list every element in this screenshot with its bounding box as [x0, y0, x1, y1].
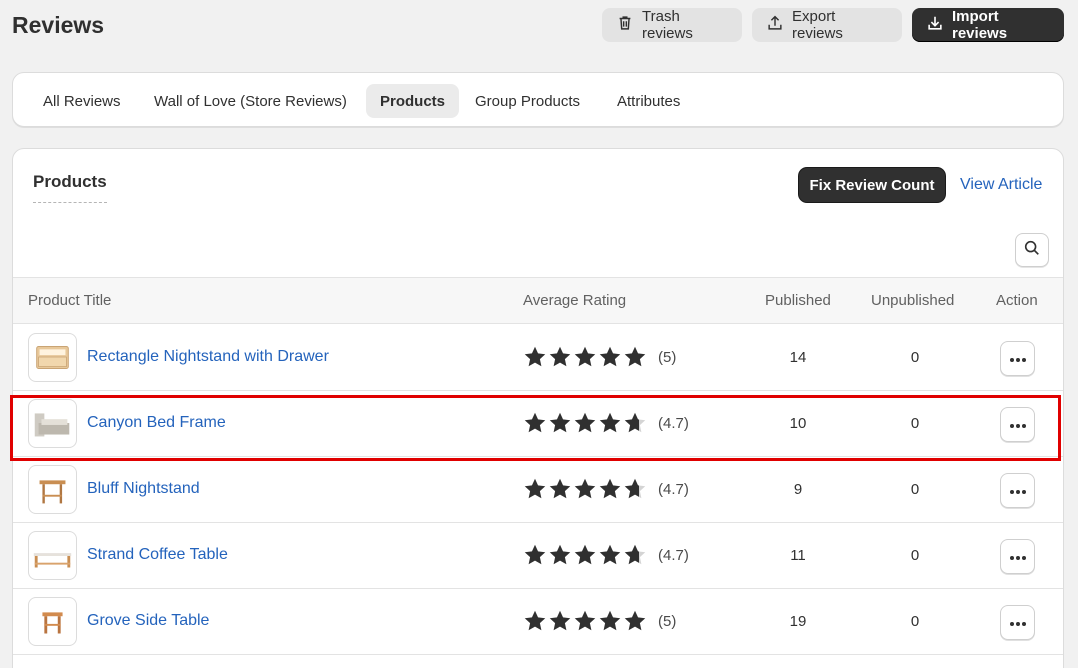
- export-reviews-button[interactable]: Export reviews: [752, 8, 902, 42]
- search-icon: [1023, 239, 1041, 262]
- tabs-card: All Reviews Wall of Love (Store Reviews)…: [12, 72, 1064, 127]
- more-horizontal-icon: [1008, 548, 1028, 566]
- row-actions-button[interactable]: [1000, 341, 1035, 376]
- table-row: Rectangle Nightstand with Drawer (5) 14 0: [13, 325, 1063, 391]
- star-icon: [598, 477, 622, 506]
- upload-icon: [766, 14, 784, 36]
- unpublished-count: 0: [910, 547, 920, 564]
- product-title-link[interactable]: Rectangle Nightstand with Drawer: [87, 348, 329, 366]
- rating-value: (4.7): [658, 547, 689, 564]
- card-title: Products: [33, 172, 107, 203]
- table-row: Canyon Bed Frame (4.7) 10 0: [13, 391, 1063, 457]
- export-reviews-label: Export reviews: [792, 8, 843, 42]
- unpublished-count: 0: [910, 415, 920, 432]
- more-horizontal-icon: [1008, 416, 1028, 434]
- star-rating: [523, 411, 647, 440]
- unpublished-count: 0: [910, 481, 920, 498]
- more-horizontal-icon: [1008, 614, 1028, 632]
- star-icon: [523, 477, 547, 506]
- unpublished-count: 0: [910, 349, 920, 366]
- table-row: Grove Side Table (5) 19 0: [13, 589, 1063, 655]
- import-reviews-label: Import reviews: [952, 8, 1008, 42]
- tab-products[interactable]: Products: [366, 84, 460, 118]
- row-actions-button[interactable]: [1000, 605, 1035, 640]
- column-header-action: Action: [996, 292, 1038, 309]
- tab-all-reviews[interactable]: All Reviews: [29, 84, 135, 118]
- tab-attributes[interactable]: Attributes: [603, 84, 694, 118]
- star-icon: [573, 345, 597, 374]
- row-actions-button[interactable]: [1000, 407, 1035, 442]
- more-horizontal-icon: [1008, 350, 1028, 368]
- star-icon: [548, 411, 572, 440]
- star-icon: [598, 345, 622, 374]
- star-icon: [523, 609, 547, 638]
- published-count: 14: [789, 349, 807, 366]
- star-icon: [598, 609, 622, 638]
- product-thumbnail: [28, 531, 77, 580]
- published-count: 9: [793, 481, 803, 498]
- star-icon: [573, 477, 597, 506]
- table-header: Product Title Average Rating Published U…: [13, 277, 1063, 324]
- star-icon: [548, 345, 572, 374]
- unpublished-count: 0: [910, 613, 920, 630]
- rating-value: (4.7): [658, 415, 689, 432]
- star-icon: [623, 477, 647, 506]
- trash-icon: [616, 14, 634, 36]
- star-rating: [523, 609, 647, 638]
- star-icon: [623, 411, 647, 440]
- tab-wall-of-love[interactable]: Wall of Love (Store Reviews): [140, 84, 361, 118]
- rating-value: (5): [658, 349, 677, 366]
- product-thumbnail: [28, 399, 77, 448]
- published-count: 19: [789, 613, 807, 630]
- column-header-average-rating: Average Rating: [523, 292, 627, 309]
- star-rating: [523, 345, 647, 374]
- published-count: 10: [789, 415, 807, 432]
- product-title-link[interactable]: Strand Coffee Table: [87, 546, 228, 564]
- fix-review-count-button[interactable]: Fix Review Count: [799, 168, 945, 202]
- star-icon: [523, 345, 547, 374]
- star-icon: [548, 543, 572, 572]
- download-icon: [926, 14, 944, 36]
- star-icon: [523, 543, 547, 572]
- product-thumbnail: [28, 465, 77, 514]
- table-row: Bluff Nightstand (4.7) 9 0: [13, 457, 1063, 523]
- page-title: Reviews: [12, 12, 105, 38]
- star-icon: [548, 477, 572, 506]
- column-header-unpublished: Unpublished: [871, 292, 955, 309]
- view-article-link[interactable]: View Article: [960, 176, 1042, 194]
- product-title-link[interactable]: Grove Side Table: [87, 612, 209, 630]
- product-title-link[interactable]: Bluff Nightstand: [87, 480, 200, 498]
- star-icon: [598, 543, 622, 572]
- row-actions-button[interactable]: [1000, 539, 1035, 574]
- more-horizontal-icon: [1008, 482, 1028, 500]
- table-row: Strand Coffee Table (4.7) 11 0: [13, 523, 1063, 589]
- row-actions-button[interactable]: [1000, 473, 1035, 508]
- page-header: Reviews Trash reviews Export reviews Imp…: [0, 0, 1078, 56]
- rating-value: (4.7): [658, 481, 689, 498]
- star-icon: [623, 609, 647, 638]
- tab-group-products[interactable]: Group Products: [461, 84, 594, 118]
- star-icon: [523, 411, 547, 440]
- star-icon: [623, 345, 647, 374]
- star-icon: [573, 609, 597, 638]
- published-count: 11: [790, 547, 806, 564]
- star-icon: [598, 411, 622, 440]
- product-thumbnail: [28, 333, 77, 382]
- import-reviews-button[interactable]: Import reviews: [912, 8, 1064, 42]
- search-button[interactable]: [1015, 233, 1049, 267]
- star-icon: [573, 543, 597, 572]
- product-title-link[interactable]: Canyon Bed Frame: [87, 414, 226, 432]
- trash-reviews-label: Trash reviews: [642, 8, 693, 42]
- rating-value: (5): [658, 613, 677, 630]
- star-icon: [548, 609, 572, 638]
- star-rating: [523, 477, 647, 506]
- product-thumbnail: [28, 597, 77, 646]
- column-header-published: Published: [765, 292, 831, 309]
- column-header-product-title: Product Title: [28, 292, 112, 309]
- star-rating: [523, 543, 647, 572]
- products-card: Products Fix Review Count View Article P…: [12, 148, 1064, 668]
- trash-reviews-button[interactable]: Trash reviews: [602, 8, 742, 42]
- star-icon: [573, 411, 597, 440]
- star-icon: [623, 543, 647, 572]
